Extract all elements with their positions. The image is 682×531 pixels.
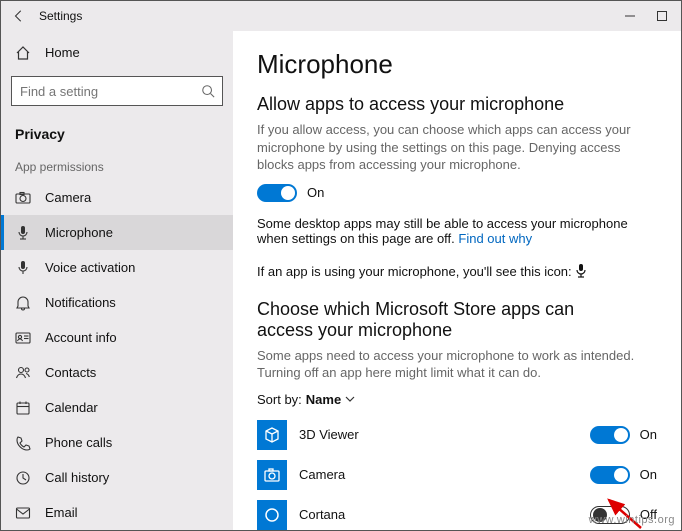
sidebar-item-notifications[interactable]: Notifications — [1, 285, 233, 320]
title-bar: Settings — [1, 1, 681, 31]
app-name: Cortana — [299, 507, 345, 522]
calendar-icon — [15, 400, 31, 416]
app-name: Camera — [299, 467, 345, 482]
card-icon — [15, 330, 31, 346]
mail-icon — [15, 505, 31, 521]
choose-apps-description: Some apps need to access your microphone… — [257, 347, 637, 382]
app-row-3d-viewer: 3D Viewer On — [257, 415, 657, 455]
sidebar-item-calendar[interactable]: Calendar — [1, 390, 233, 425]
app-name: 3D Viewer — [299, 427, 359, 442]
sidebar-item-label: Phone calls — [45, 435, 112, 450]
voice-icon — [15, 260, 31, 276]
camera-icon — [15, 190, 31, 206]
app-toggle-3d-viewer[interactable] — [590, 426, 630, 444]
mic-in-use-note: If an app is using your microphone, you'… — [257, 264, 637, 281]
section-heading: Privacy — [1, 116, 233, 146]
allow-apps-toggle-label: On — [307, 185, 324, 200]
group-heading: App permissions — [1, 146, 233, 180]
app-toggle-camera[interactable] — [590, 466, 630, 484]
home-label: Home — [45, 45, 80, 60]
sidebar-item-voice-activation[interactable]: Voice activation — [1, 250, 233, 285]
sort-by-dropdown[interactable]: Sort by: Name — [257, 392, 657, 407]
sidebar-item-phone-calls[interactable]: Phone calls — [1, 425, 233, 460]
minimize-button[interactable] — [623, 9, 637, 23]
home-link[interactable]: Home — [1, 35, 233, 70]
sidebar-item-label: Notifications — [45, 295, 116, 310]
sidebar-item-label: Calendar — [45, 400, 98, 415]
chevron-down-icon — [345, 392, 355, 407]
sidebar-item-label: Voice activation — [45, 260, 135, 275]
history-icon — [15, 470, 31, 486]
sidebar-item-email[interactable]: Email — [1, 495, 233, 530]
contacts-icon — [15, 365, 31, 381]
maximize-button[interactable] — [655, 9, 669, 23]
back-button[interactable] — [7, 4, 31, 28]
app-icon-camera — [257, 460, 287, 490]
sidebar-item-camera[interactable]: Camera — [1, 180, 233, 215]
allow-apps-heading: Allow apps to access your microphone — [257, 94, 657, 115]
desktop-apps-note: Some desktop apps may still be able to a… — [257, 216, 637, 246]
home-icon — [15, 45, 31, 61]
sidebar: Home Privacy App permissions Camera — [1, 31, 233, 530]
window-title: Settings — [39, 9, 82, 23]
main-pane: Microphone Allow apps to access your mic… — [233, 31, 681, 530]
microphone-indicator-icon — [575, 264, 587, 281]
choose-apps-heading: Choose which Microsoft Store apps can ac… — [257, 299, 617, 341]
allow-apps-toggle[interactable] — [257, 184, 297, 202]
sidebar-item-account-info[interactable]: Account info — [1, 320, 233, 355]
app-icon-3d-viewer — [257, 420, 287, 450]
find-out-why-link[interactable]: Find out why — [458, 231, 532, 246]
sidebar-item-label: Contacts — [45, 365, 96, 380]
search-icon[interactable] — [197, 80, 219, 102]
sidebar-item-label: Microphone — [45, 225, 113, 240]
sort-value: Name — [306, 392, 341, 407]
microphone-icon — [15, 225, 31, 241]
phone-icon — [15, 435, 31, 451]
sort-label: Sort by: — [257, 392, 302, 407]
sidebar-item-microphone[interactable]: Microphone — [1, 215, 233, 250]
page-title: Microphone — [257, 49, 657, 80]
sidebar-item-label: Email — [45, 505, 78, 520]
app-toggle-label: On — [640, 427, 657, 442]
sidebar-item-label: Account info — [45, 330, 117, 345]
sidebar-item-label: Camera — [45, 190, 91, 205]
sidebar-item-call-history[interactable]: Call history — [1, 460, 233, 495]
sidebar-item-contacts[interactable]: Contacts — [1, 355, 233, 390]
allow-apps-description: If you allow access, you can choose whic… — [257, 121, 637, 174]
app-row-camera: Camera On — [257, 455, 657, 495]
bell-icon — [15, 295, 31, 311]
app-icon-cortana — [257, 500, 287, 530]
sidebar-item-label: Call history — [45, 470, 109, 485]
app-toggle-label: On — [640, 467, 657, 482]
search-input[interactable] — [11, 76, 223, 106]
watermark: www.wintips.org — [589, 514, 675, 526]
